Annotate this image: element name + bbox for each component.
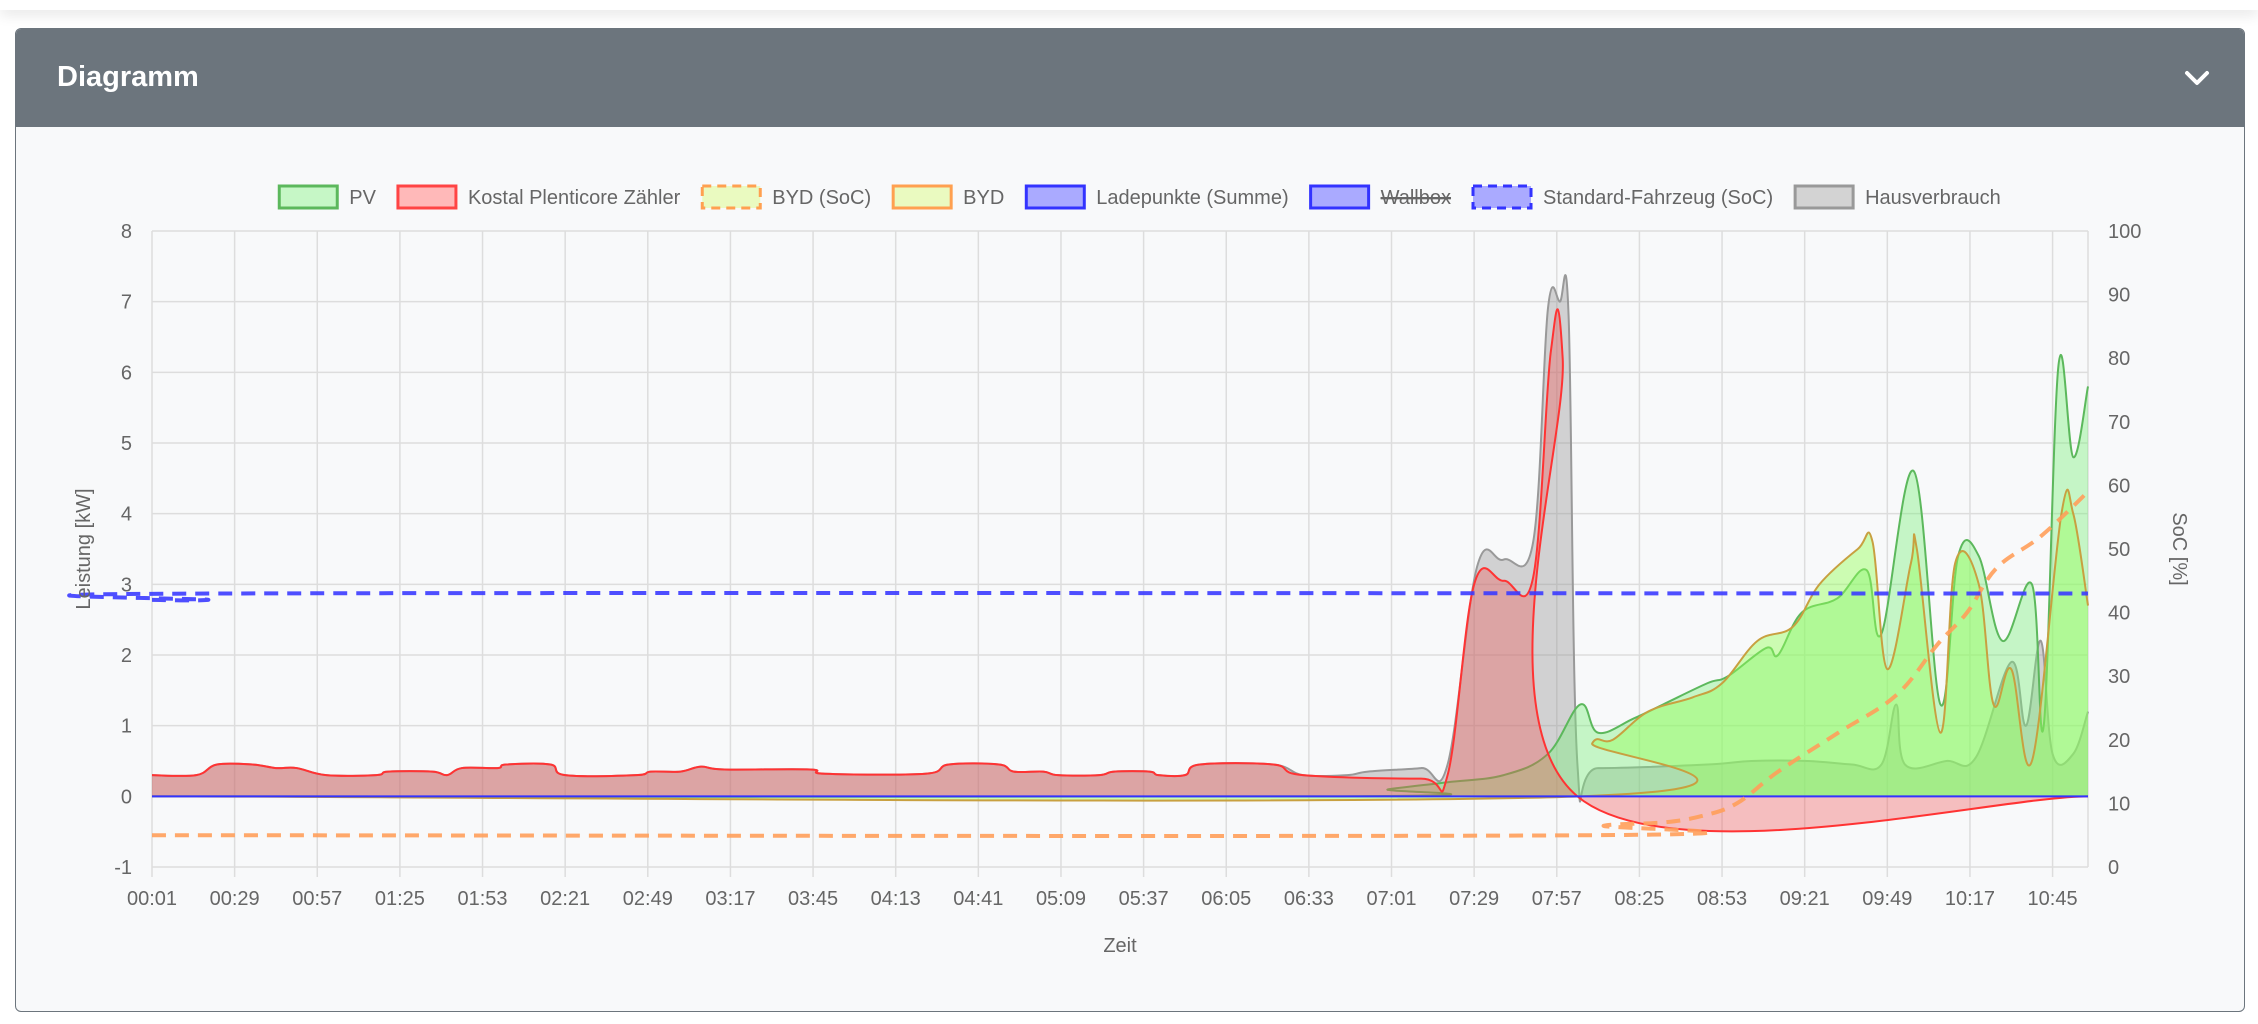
legend-item[interactable]: Kostal Plenticore Zähler [396,184,681,210]
y-tick-label: 0 [121,786,132,808]
y2-tick-label: 90 [2108,285,2130,307]
y-tick-label: 2 [121,645,132,667]
y2-tick-label: 30 [2108,666,2130,688]
x-tick-label: 00:01 [127,888,177,910]
y2-tick-label: 60 [2108,475,2130,497]
legend-item[interactable]: Hausverbrauch [1793,184,2001,210]
y-tick-label: 4 [121,504,132,526]
legend-swatch [1471,184,1533,210]
chart: PV Kostal Plenticore Zähler BYD (SoC) BYD La… [67,184,2190,957]
x-tick-label: 01:25 [375,888,425,910]
x-tick-label: 06:05 [1201,888,1251,910]
y-tick-label: 5 [121,433,132,455]
y2-tick-label: 100 [2108,221,2141,243]
x-tick-label: 00:57 [292,888,342,910]
y-axis-title: Leistung [kW] [73,488,95,609]
y2-axis-title: SoC [%] [2168,512,2190,585]
area-byd [152,489,2088,801]
x-tick-label: 05:09 [1036,888,1086,910]
x-tick-label: 09:49 [1862,888,1912,910]
x-tick-label: 05:37 [1119,888,1169,910]
y2-tick-label: 10 [2108,793,2130,815]
y-tick-label: 8 [121,221,132,243]
x-tick-label: 07:01 [1366,888,1416,910]
x-tick-label: 03:45 [788,888,838,910]
x-tick-label: 02:21 [540,888,590,910]
legend-label: Hausverbrauch [1865,187,2001,209]
y2-tick-label: 0 [2108,857,2119,879]
y-tick-label: 7 [121,292,132,314]
y-tick-label: 3 [121,574,132,596]
x-tick-label: 01:53 [458,888,508,910]
x-tick-label: 09:21 [1780,888,1830,910]
legend-item[interactable]: Wallbox [1309,184,1452,210]
legend-item[interactable]: PV [277,184,377,210]
legend-swatch [700,184,762,210]
legend-item[interactable]: BYD [891,184,1004,210]
x-tick-label: 10:17 [1945,888,1995,910]
y-tick-label: 6 [121,362,132,384]
series [67,274,2090,838]
x-tick-label: 04:13 [871,888,921,910]
x-tick-label: 07:29 [1449,888,1499,910]
legend-label: Kostal Plenticore Zähler [468,187,681,209]
legend-swatch [1024,184,1086,210]
legend-label: Ladepunkte (Summe) [1096,187,1288,209]
legend-swatch [277,184,339,210]
x-tick-label: 03:17 [705,888,755,910]
line-standard-fahrzeug-soc [67,591,2089,603]
y2-tick-label: 20 [2108,730,2130,752]
x-tick-label: 08:53 [1697,888,1747,910]
legend-item[interactable]: Standard-Fahrzeug (SoC) [1471,184,1773,210]
y-tick-label: 1 [121,716,132,738]
x-tick-label: 02:49 [623,888,673,910]
x-tick-label: 10:45 [2028,888,2078,910]
legend: PV Kostal Plenticore Zähler BYD (SoC) BYD La… [277,184,2001,210]
x-tick-label: 07:57 [1532,888,1582,910]
x-tick-label: 06:33 [1284,888,1334,910]
legend-swatch [1309,184,1371,210]
x-axis-title: Zeit [1103,935,1137,957]
legend-label: BYD (SoC) [772,187,871,209]
y2-tick-label: 80 [2108,348,2130,370]
x-tick-label: 08:25 [1614,888,1664,910]
x-tick-label: 00:29 [210,888,260,910]
legend-item[interactable]: Ladepunkte (Summe) [1024,184,1289,210]
legend-item[interactable]: BYD (SoC) [700,184,871,210]
legend-swatch [891,184,953,210]
y-tick-label: -1 [114,857,132,879]
y2-tick-label: 50 [2108,539,2130,561]
legend-label: PV [349,187,376,209]
x-tick-label: 04:41 [953,888,1003,910]
y2-tick-label: 70 [2108,412,2130,434]
legend-label: Standard-Fahrzeug (SoC) [1543,187,1773,209]
legend-swatch [396,184,458,210]
legend-swatch [1793,184,1855,210]
y2-tick-label: 40 [2108,603,2130,625]
legend-label: BYD [963,187,1004,209]
